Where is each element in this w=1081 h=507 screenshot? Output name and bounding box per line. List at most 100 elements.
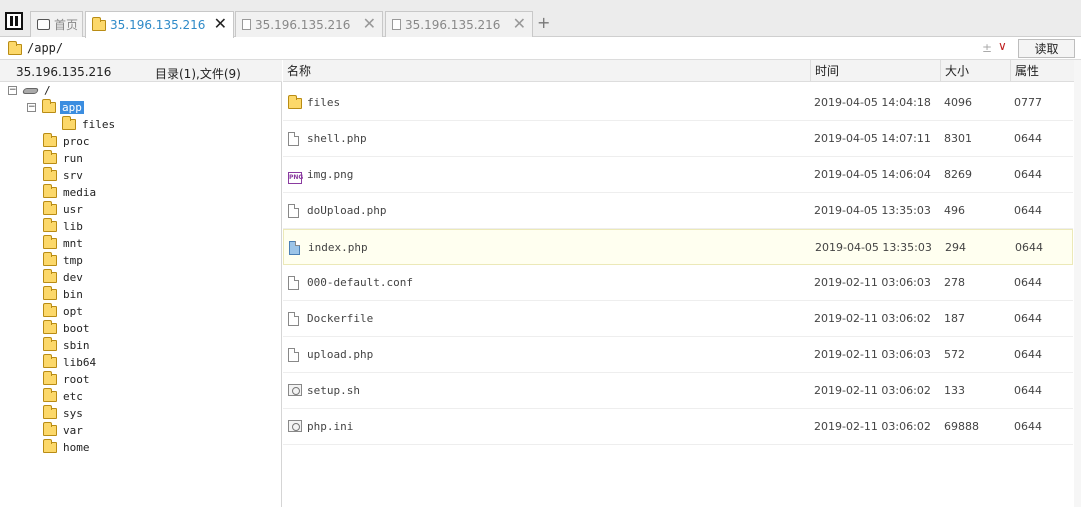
vertical-scrollbar[interactable] (1074, 60, 1081, 507)
tree-node-opt[interactable]: opt (43, 303, 83, 320)
file-time: 2019-02-11 03:06:03 (814, 348, 931, 361)
file-name: Dockerfile (307, 312, 374, 325)
tree-node-tmp[interactable]: tmp (43, 252, 83, 269)
folder-icon (43, 218, 57, 232)
folder-icon (43, 337, 57, 351)
file-row[interactable]: doUpload.php 2019-04-05 13:35:03 496 0644 (283, 193, 1073, 229)
tab-server-active[interactable]: 35.196.135.216 ✕ (85, 11, 234, 38)
file-row[interactable]: 000-default.conf 2019-02-11 03:06:03 278 06… (283, 265, 1073, 301)
close-icon[interactable]: ✕ (214, 14, 227, 33)
file-attr: 0644 (1015, 241, 1043, 254)
tree-node-boot[interactable]: boot (43, 320, 90, 337)
path-input[interactable]: /app/ (27, 41, 63, 55)
host-label: 35.196.135.216 (16, 65, 112, 79)
file-name: doUpload.php (307, 204, 387, 217)
tab-label: 35.196.135.216 (255, 17, 351, 32)
file-row[interactable]: shell.php 2019-04-05 14:07:11 8301 0644 (283, 121, 1073, 157)
tree-node-lib[interactable]: lib (43, 218, 83, 235)
file-attr: 0644 (1014, 204, 1042, 217)
tree-node-root[interactable]: root (43, 371, 90, 388)
tree-node-var[interactable]: var (43, 422, 83, 439)
file-icon (288, 276, 299, 290)
tree-node-sys[interactable]: sys (43, 405, 83, 422)
folder-icon (43, 286, 57, 300)
tree-node-proc[interactable]: proc (43, 133, 90, 150)
tab-server-2[interactable]: 35.196.135.216 ✕ (235, 11, 383, 37)
folder-icon (43, 320, 57, 334)
tree-header: 35.196.135.216 目录(1),文件(9) (0, 60, 282, 82)
png-icon: PNG (288, 172, 303, 184)
tree-node-bin[interactable]: bin (43, 286, 83, 303)
column-header-attr[interactable]: 属性 (1010, 60, 1073, 82)
read-button[interactable]: 读取 (1018, 39, 1075, 58)
column-header-time[interactable]: 时间 (810, 60, 940, 82)
tree-node-mnt[interactable]: mnt (43, 235, 83, 252)
tree-node-files[interactable]: files (62, 116, 115, 133)
file-name: 000-default.conf (307, 276, 413, 289)
file-name: upload.php (307, 348, 374, 361)
file-attr: 0644 (1014, 384, 1042, 397)
collapse-icon[interactable]: − (27, 103, 36, 112)
tree-label: home (63, 441, 90, 454)
file-row[interactable]: Dockerfile 2019-02-11 03:06:02 187 0644 (283, 301, 1073, 337)
tree-node-lib64[interactable]: lib64 (43, 354, 96, 371)
item-count: 目录(1),文件(9) (155, 67, 241, 81)
tree-node-sbin[interactable]: sbin (43, 337, 90, 354)
file-list-panel: 名称 时间 大小 属性 files 2019-04-05 14:04:18 4096… (283, 60, 1081, 507)
drive-icon (21, 87, 40, 94)
file-name: php.ini (307, 420, 354, 433)
tree-node-root[interactable]: − / (8, 82, 51, 99)
folder-icon (43, 388, 57, 402)
tree-node-dev[interactable]: dev (43, 269, 83, 286)
tree-node-etc[interactable]: etc (43, 388, 83, 405)
file-size: 8269 (944, 168, 972, 181)
file-time: 2019-02-11 03:06:03 (814, 276, 931, 289)
tree-label: media (63, 186, 97, 199)
file-time: 2019-04-05 13:35:03 (814, 204, 931, 217)
folder-icon (43, 201, 57, 215)
tree-node-usr[interactable]: usr (43, 201, 83, 218)
home-icon (37, 19, 50, 30)
file-row[interactable]: upload.php 2019-02-11 03:06:03 572 0644 (283, 337, 1073, 373)
file-attr: 0644 (1014, 420, 1042, 433)
tree-node-run[interactable]: run (43, 150, 83, 167)
folder-icon (43, 133, 57, 147)
column-header-size[interactable]: 大小 (940, 60, 1010, 82)
folder-icon (43, 439, 57, 453)
close-icon[interactable]: ✕ (363, 14, 376, 33)
directory-tree-panel: 35.196.135.216 目录(1),文件(9) − / − app fil… (0, 60, 282, 507)
file-row[interactable]: setup.sh 2019-02-11 03:06:02 133 0644 (283, 373, 1073, 409)
file-time: 2019-04-05 14:06:04 (814, 168, 931, 181)
toggle-icon[interactable]: ± (982, 41, 992, 55)
folder-icon (43, 354, 57, 368)
tab-server-3[interactable]: 35.196.135.216 ✕ (385, 11, 533, 37)
file-time: 2019-04-05 14:04:18 (814, 96, 931, 109)
app-logo-icon[interactable] (5, 12, 23, 30)
folder-icon (43, 303, 57, 317)
new-tab-button[interactable]: + (537, 13, 550, 32)
tree-label: lib64 (63, 356, 97, 369)
close-icon[interactable]: ✕ (513, 14, 526, 33)
column-header-name[interactable]: 名称 (283, 60, 810, 82)
chevron-down-icon[interactable]: ∨ (998, 39, 1007, 53)
tree-node-app[interactable]: − app (27, 99, 84, 116)
file-row[interactable]: php.ini 2019-02-11 03:06:02 69888 0644 (283, 409, 1073, 445)
file-time: 2019-02-11 03:06:02 (814, 420, 931, 433)
tree-node-home[interactable]: home (43, 439, 90, 456)
file-row[interactable]: index.php 2019-04-05 13:35:03 294 0644 (283, 229, 1073, 265)
file-row[interactable]: files 2019-04-05 14:04:18 4096 0777 (283, 85, 1073, 121)
file-size: 496 (944, 204, 965, 217)
file-attr: 0644 (1014, 348, 1042, 361)
tree-node-srv[interactable]: srv (43, 167, 83, 184)
collapse-icon[interactable]: − (8, 86, 17, 95)
tree-node-media[interactable]: media (43, 184, 96, 201)
tree-label-selected: app (60, 101, 84, 114)
tab-home[interactable]: 首页 (30, 11, 83, 37)
script-icon (288, 384, 302, 396)
file-time: 2019-02-11 03:06:02 (814, 312, 931, 325)
file-attr: 0644 (1014, 168, 1042, 181)
file-row[interactable]: PNG img.png 2019-04-05 14:06:04 8269 0644 (283, 157, 1073, 193)
tab-label: 35.196.135.216 (405, 17, 501, 32)
tree-label: bin (63, 288, 83, 301)
folder-icon (42, 99, 56, 113)
